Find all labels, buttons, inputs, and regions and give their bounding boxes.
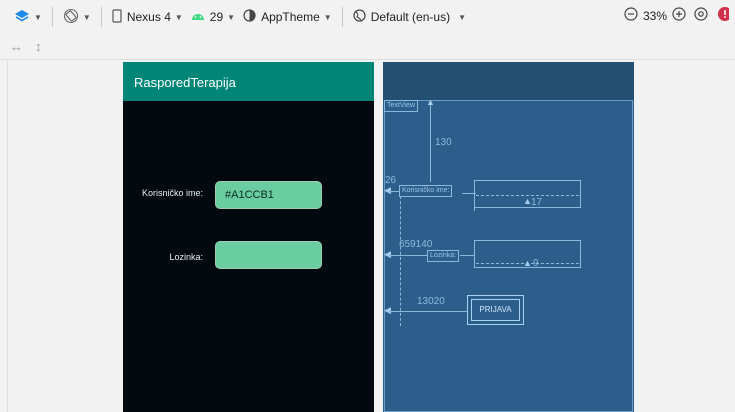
toolbar-divider <box>341 7 343 27</box>
username-field[interactable]: #A1CCB1 <box>215 181 322 209</box>
layout-editor-toolbar: ▼ ▼ Nexus 4 ▼ 29 ▼ AppTheme ▼ Default (e… <box>0 0 735 34</box>
blueprint-preview: TextView ▲ 130 26 Korisničko ime: ◀ ▲ 17… <box>383 62 634 412</box>
design-surface-button[interactable]: ▼ <box>10 6 46 28</box>
layers-icon <box>14 9 30 26</box>
design-preview: RasporedTerapija Korisničko ime: #A1CCB1… <box>123 62 374 412</box>
zoom-to-fit-button[interactable] <box>694 7 708 24</box>
constraint-line <box>460 255 474 256</box>
margin-label-button: 13020 <box>417 296 445 307</box>
locale-selector[interactable]: Default (en-us) ▼ <box>349 6 470 28</box>
locale-name: Default (en-us) <box>370 10 451 24</box>
username-label: Korisničko ime: <box>141 188 203 198</box>
username-label-outline[interactable]: Korisničko ime: <box>399 185 453 197</box>
blueprint-app-bar <box>383 62 634 101</box>
chevron-down-icon: ▼ <box>82 12 91 22</box>
guideline <box>400 196 401 326</box>
canvas-edge <box>0 60 8 412</box>
phone-icon <box>112 8 122 26</box>
resize-toolbar: ↔ ↕ <box>0 34 735 60</box>
device-selector[interactable]: Nexus 4 ▼ <box>108 6 187 28</box>
zoom-level: 33% <box>642 8 667 23</box>
chevron-down-icon: ▼ <box>227 12 236 22</box>
constraint-line <box>389 191 399 192</box>
theme-icon <box>243 9 256 25</box>
margin-top-label: 130 <box>435 137 452 148</box>
password-field[interactable] <box>215 241 322 269</box>
zoom-out-button[interactable] <box>624 7 638 24</box>
theme-selector[interactable]: AppTheme ▼ <box>239 6 336 28</box>
textview-outline[interactable]: TextView <box>384 100 418 112</box>
api-level: 29 <box>209 10 224 24</box>
login-button-label: PRIJAVA <box>471 299 520 321</box>
arrow-up-icon: ▲ <box>426 97 435 107</box>
app-title: RasporedTerapija <box>134 75 236 90</box>
rotate-icon <box>63 8 79 27</box>
chevron-down-icon: ▼ <box>34 12 42 22</box>
toolbar-divider <box>51 7 53 27</box>
vertical-resize-icon[interactable]: ↕ <box>35 39 42 54</box>
constraint-line <box>430 102 431 182</box>
toolbar-divider <box>100 7 102 27</box>
password-label: Lozinka: <box>169 252 203 262</box>
chevron-down-icon: ▼ <box>174 12 183 22</box>
username-field-value: #A1CCB1 <box>225 189 274 201</box>
android-icon <box>191 10 205 24</box>
app-bar: RasporedTerapija <box>123 62 374 101</box>
api-level-selector[interactable]: 29 ▼ <box>187 6 239 28</box>
constraint-line <box>389 311 467 312</box>
password-label-outline[interactable]: Lozinka: <box>427 250 460 262</box>
login-button-outline[interactable]: PRIJAVA <box>467 295 524 325</box>
zoom-in-button[interactable] <box>672 7 686 24</box>
horizontal-resize-icon[interactable]: ↔ <box>10 39 23 54</box>
chevron-down-icon: ▼ <box>323 12 332 22</box>
margin-label-mixed: 6​5​9​140 <box>399 239 433 250</box>
margin-label-17: 17 <box>531 197 543 208</box>
device-name: Nexus 4 <box>126 10 171 24</box>
constraint-line <box>389 255 427 256</box>
arrow-up-icon: ▲ <box>523 258 532 268</box>
globe-icon <box>353 9 366 25</box>
orientation-button[interactable]: ▼ <box>59 6 95 28</box>
constraint-line <box>474 193 475 211</box>
chevron-down-icon: ▼ <box>458 12 466 22</box>
theme-name: AppTheme <box>261 10 320 24</box>
error-badge-icon[interactable] <box>717 6 732 25</box>
constraint-line <box>462 193 476 194</box>
margin-label-9: 9 <box>533 258 539 269</box>
